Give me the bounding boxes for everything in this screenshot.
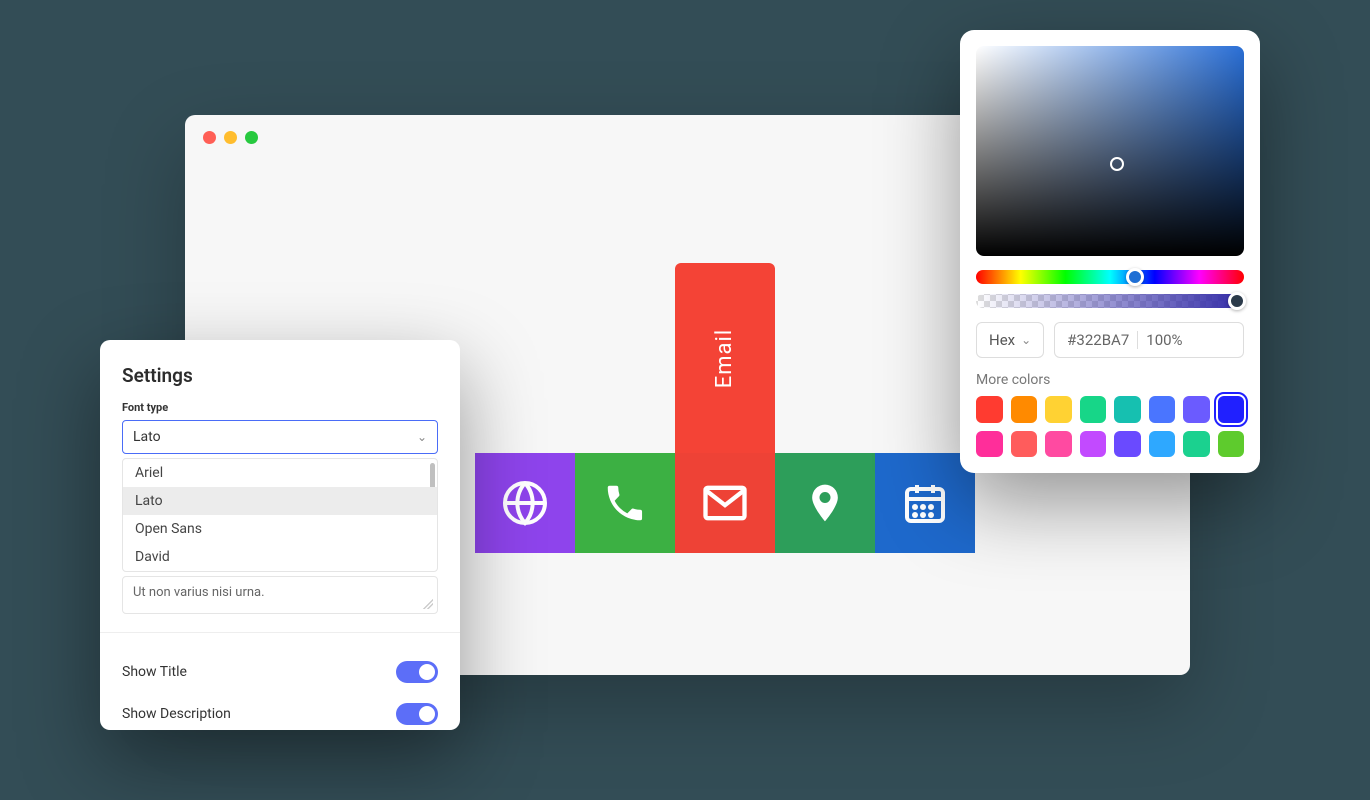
email-icon xyxy=(699,477,751,529)
swatch-9[interactable] xyxy=(1011,431,1038,458)
show-description-label: Show Description xyxy=(122,706,231,722)
resize-grip-icon[interactable] xyxy=(423,599,433,609)
email-tooltip-label: Email xyxy=(713,328,738,387)
chevron-down-icon: ⌄ xyxy=(1021,333,1031,347)
show-description-row: Show Description xyxy=(122,693,438,735)
hue-cursor-icon[interactable] xyxy=(1126,268,1144,286)
swatch-10[interactable] xyxy=(1045,431,1072,458)
font-type-dropdown: Ariel Lato Open Sans David xyxy=(122,458,438,572)
divider xyxy=(100,632,460,633)
swatch-12[interactable] xyxy=(1114,431,1141,458)
hex-row: Hex ⌄ #322BA7 100% xyxy=(976,322,1244,358)
show-title-row: Show Title xyxy=(122,651,438,693)
font-option-lato[interactable]: Lato xyxy=(123,487,437,515)
location-button[interactable] xyxy=(775,453,875,553)
font-option-opensans[interactable]: Open Sans xyxy=(123,515,437,543)
swatch-3[interactable] xyxy=(1080,396,1107,423)
font-option-ariel[interactable]: Ariel xyxy=(123,459,437,487)
show-title-label: Show Title xyxy=(122,664,187,680)
alpha-slider[interactable] xyxy=(976,294,1244,308)
sv-cursor-icon[interactable] xyxy=(1110,157,1124,171)
font-type-value: Lato xyxy=(133,429,161,445)
font-option-david[interactable]: David xyxy=(123,543,437,571)
swatches-grid xyxy=(976,396,1244,457)
location-icon xyxy=(803,481,847,525)
globe-icon xyxy=(501,479,549,527)
swatch-2[interactable] xyxy=(1045,396,1072,423)
swatch-5[interactable] xyxy=(1149,396,1176,423)
email-button[interactable] xyxy=(675,453,775,553)
description-textarea[interactable]: Ut non varius nisi urna. xyxy=(122,576,438,614)
font-type-label: Font type xyxy=(122,401,438,414)
email-tooltip: Email xyxy=(675,263,775,453)
swatch-7[interactable] xyxy=(1218,396,1245,423)
format-label: Hex xyxy=(989,331,1015,349)
swatch-14[interactable] xyxy=(1183,431,1210,458)
settings-title: Settings xyxy=(122,364,438,387)
swatch-0[interactable] xyxy=(976,396,1003,423)
hex-value: #322BA7 xyxy=(1067,331,1129,349)
maximize-icon[interactable] xyxy=(245,131,258,144)
swatch-13[interactable] xyxy=(1149,431,1176,458)
more-colors-label: More colors xyxy=(976,372,1244,388)
close-icon[interactable] xyxy=(203,131,216,144)
swatch-6[interactable] xyxy=(1183,396,1210,423)
minimize-icon[interactable] xyxy=(224,131,237,144)
format-select[interactable]: Hex ⌄ xyxy=(976,322,1044,358)
swatch-4[interactable] xyxy=(1114,396,1141,423)
hue-slider[interactable] xyxy=(976,270,1244,284)
calendar-icon xyxy=(901,479,949,527)
calendar-button[interactable] xyxy=(875,453,975,553)
alpha-cursor-icon[interactable] xyxy=(1228,292,1246,310)
settings-panel: Settings Font type Lato ⌄ Ariel Lato Ope… xyxy=(100,340,460,730)
phone-button[interactable] xyxy=(575,453,675,553)
swatch-15[interactable] xyxy=(1218,431,1245,458)
chevron-down-icon: ⌄ xyxy=(417,430,427,444)
swatch-1[interactable] xyxy=(1011,396,1038,423)
swatch-11[interactable] xyxy=(1080,431,1107,458)
icon-row xyxy=(475,453,975,553)
swatch-8[interactable] xyxy=(976,431,1003,458)
hex-input[interactable]: #322BA7 100% xyxy=(1054,322,1244,358)
alpha-value: 100% xyxy=(1146,331,1182,349)
saturation-value-area[interactable] xyxy=(976,46,1244,256)
globe-button[interactable] xyxy=(475,453,575,553)
phone-icon xyxy=(602,480,648,526)
show-description-toggle[interactable] xyxy=(396,703,438,725)
show-title-toggle[interactable] xyxy=(396,661,438,683)
textarea-value: Ut non varius nisi urna. xyxy=(133,585,265,600)
color-picker-panel: Hex ⌄ #322BA7 100% More colors xyxy=(960,30,1260,473)
font-type-select[interactable]: Lato ⌄ xyxy=(122,420,438,454)
divider xyxy=(1137,331,1138,349)
